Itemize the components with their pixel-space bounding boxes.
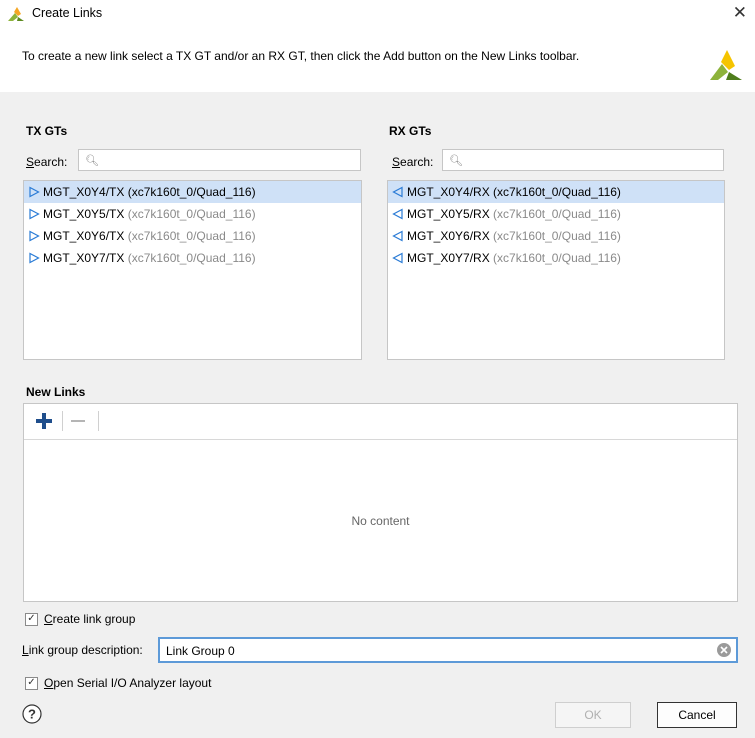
rx-gt-item[interactable]: MGT_X0Y5/RX (xc7k160t_0/Quad_116): [388, 203, 724, 225]
rx-gt-location: (xc7k160t_0/Quad_116): [493, 185, 621, 199]
vivado-logo-icon: [8, 7, 24, 21]
rx-gt-item[interactable]: MGT_X0Y6/RX (xc7k160t_0/Quad_116): [388, 225, 724, 247]
tx-gt-location: (xc7k160t_0/Quad_116): [127, 185, 256, 199]
tx-gt-name: MGT_X0Y7/TX: [43, 251, 125, 265]
rx-gt-list[interactable]: MGT_X0Y4/RX (xc7k160t_0/Quad_116) MGT_X0Y…: [387, 180, 725, 360]
tx-gt-item[interactable]: MGT_X0Y4/TX (xc7k160t_0/Quad_116): [24, 181, 361, 203]
rx-gt-name: MGT_X0Y5/RX: [407, 207, 490, 221]
rx-gt-item[interactable]: MGT_X0Y7/RX (xc7k160t_0/Quad_116): [388, 247, 724, 269]
tx-gt-location: (xc7k160t_0/Quad_116): [127, 251, 256, 265]
create-link-group-checkbox[interactable]: ✓ Create link group: [25, 612, 135, 626]
tx-search-box[interactable]: 🔍︎: [78, 149, 361, 171]
search-icon: 🔍︎: [449, 155, 463, 167]
new-links-panel: No content: [23, 403, 738, 602]
instruction-text: To create a new link select a TX GT and/…: [22, 49, 580, 63]
receive-icon: [392, 186, 403, 198]
tx-gt-name: MGT_X0Y6/TX: [43, 229, 125, 243]
check-icon: ✓: [25, 612, 38, 626]
tx-gt-location: (xc7k160t_0/Quad_116): [127, 207, 256, 221]
rx-gt-location: (xc7k160t_0/Quad_116): [493, 207, 621, 221]
new-links-heading: New Links: [26, 385, 86, 399]
transmit-icon: [29, 186, 40, 198]
toolbar-divider: [98, 411, 99, 431]
tx-gt-item[interactable]: MGT_X0Y5/TX (xc7k160t_0/Quad_116): [24, 203, 361, 225]
rx-gt-location: (xc7k160t_0/Quad_116): [493, 251, 621, 265]
create-link-group-label: Create link group: [44, 612, 136, 626]
new-links-toolbar: [24, 404, 737, 440]
rx-gt-item[interactable]: MGT_X0Y4/RX (xc7k160t_0/Quad_116): [388, 181, 724, 203]
link-group-description-field[interactable]: [158, 637, 738, 663]
receive-icon: [392, 252, 403, 264]
tx-gt-item[interactable]: MGT_X0Y7/TX (xc7k160t_0/Quad_116): [24, 247, 361, 269]
rx-gt-name: MGT_X0Y6/RX: [407, 229, 490, 243]
tx-gts-heading: TX GTs: [26, 124, 68, 138]
title-bar: Create Links ✕: [0, 0, 755, 28]
svg-text:?: ?: [28, 707, 36, 722]
tx-gt-list[interactable]: MGT_X0Y4/TX (xc7k160t_0/Quad_116) MGT_X0Y…: [23, 180, 362, 360]
open-layout-label: Open Serial I/O Analyzer layout: [44, 676, 212, 690]
tx-gt-name: MGT_X0Y4/TX: [43, 185, 125, 199]
receive-icon: [392, 230, 403, 242]
transmit-icon: [29, 252, 40, 264]
vivado-large-logo-icon: [710, 50, 742, 80]
receive-icon: [392, 208, 403, 220]
rx-gt-name: MGT_X0Y7/RX: [407, 251, 490, 265]
check-icon: ✓: [25, 676, 38, 690]
transmit-icon: [29, 230, 40, 242]
tx-search-label: Search:: [26, 155, 68, 169]
tx-gt-item[interactable]: MGT_X0Y6/TX (xc7k160t_0/Quad_116): [24, 225, 361, 247]
ok-button[interactable]: OK: [555, 702, 631, 728]
rx-gts-heading: RX GTs: [389, 124, 432, 138]
tx-search-input[interactable]: [103, 152, 358, 170]
search-icon: 🔍︎: [85, 155, 99, 167]
transmit-icon: [29, 208, 40, 220]
dialog-header: To create a new link select a TX GT and/…: [0, 28, 755, 92]
plus-icon[interactable]: [32, 409, 56, 433]
tx-gt-location: (xc7k160t_0/Quad_116): [127, 229, 256, 243]
empty-state-text: No content: [351, 514, 410, 528]
rx-search-box[interactable]: 🔍︎: [442, 149, 724, 171]
cancel-button[interactable]: Cancel: [657, 702, 737, 728]
link-group-description-input[interactable]: [164, 642, 708, 660]
help-icon[interactable]: ?: [22, 704, 42, 724]
rx-search-label: Search:: [392, 155, 434, 169]
rx-gt-name: MGT_X0Y4/RX: [407, 185, 490, 199]
minus-icon[interactable]: [66, 409, 90, 433]
link-group-description-label: Link group description:: [22, 643, 143, 657]
rx-gt-location: (xc7k160t_0/Quad_116): [493, 229, 621, 243]
clear-icon[interactable]: [716, 642, 732, 658]
toolbar-divider: [62, 411, 63, 431]
window-title: Create Links: [32, 6, 103, 20]
close-icon[interactable]: ✕: [733, 3, 747, 23]
tx-gt-name: MGT_X0Y5/TX: [43, 207, 125, 221]
rx-search-input[interactable]: [467, 152, 721, 170]
open-layout-checkbox[interactable]: ✓ Open Serial I/O Analyzer layout: [25, 676, 211, 690]
